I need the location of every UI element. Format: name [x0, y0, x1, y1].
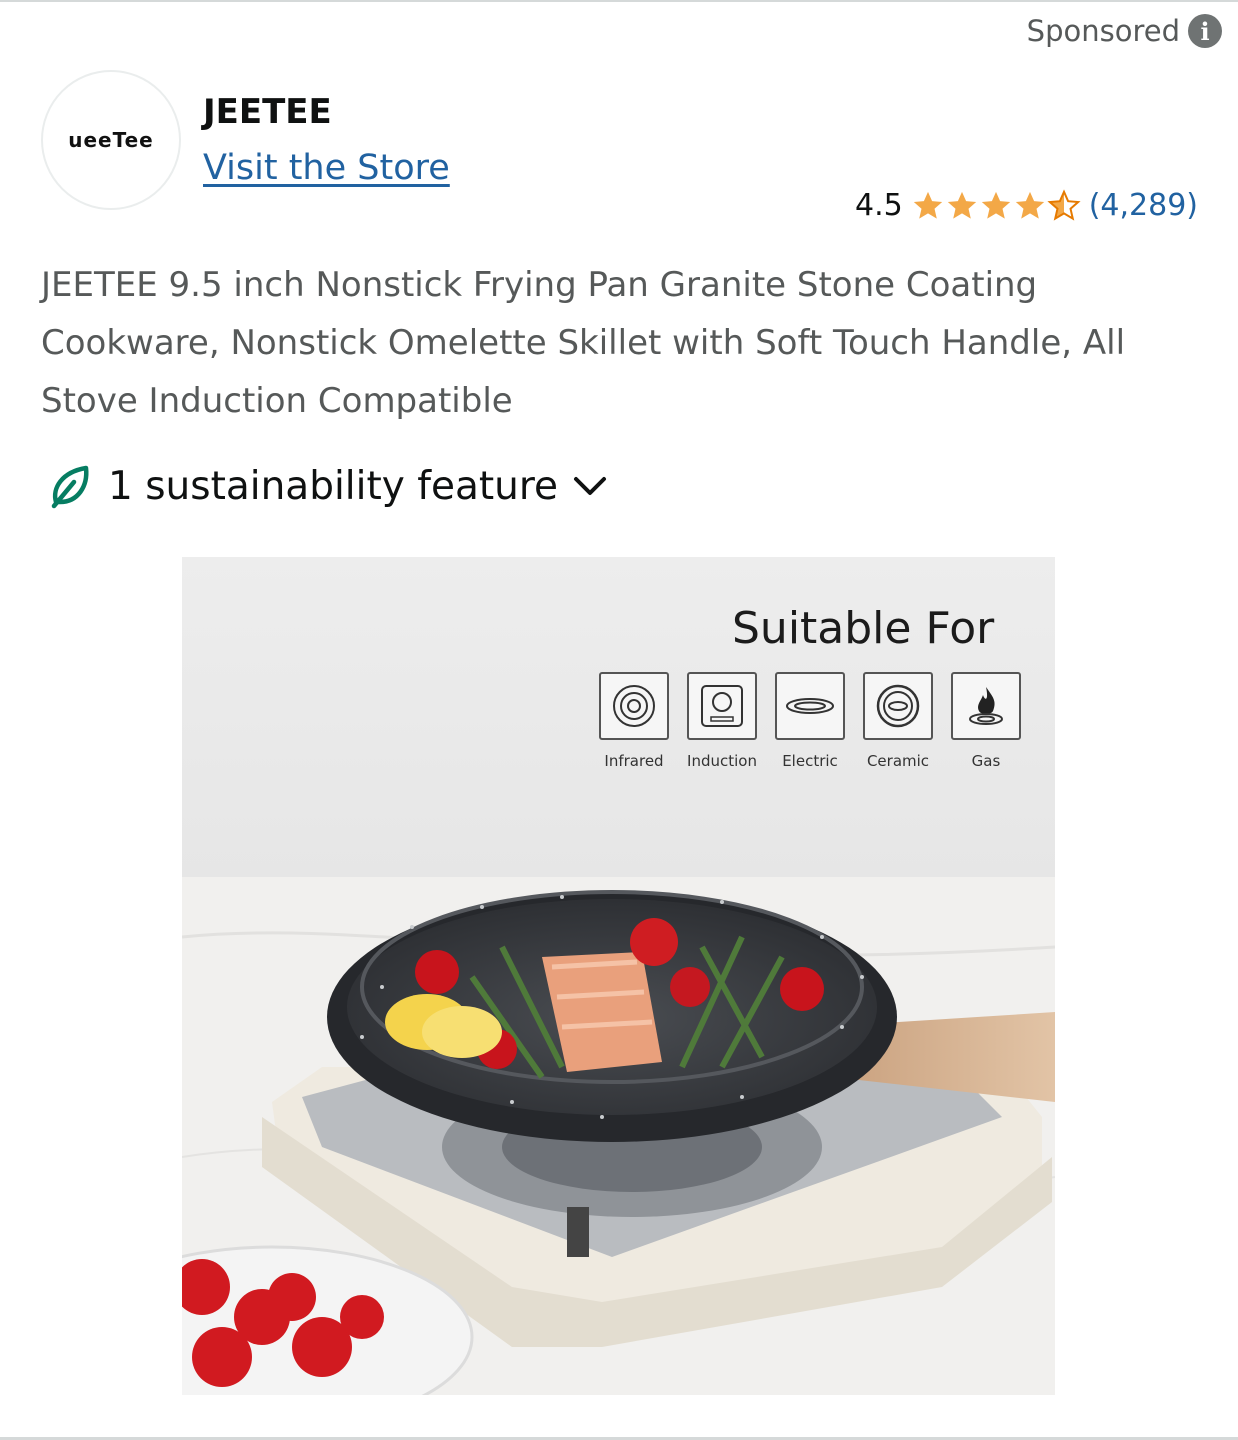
star-half-icon: [1047, 188, 1081, 221]
rating-value: 4.5: [854, 188, 903, 223]
sustainability-toggle[interactable]: 1 sustainability feature: [48, 462, 608, 510]
leaf-icon: [51, 465, 89, 509]
star-rating: [911, 188, 1081, 223]
stove-label: Induction: [687, 752, 757, 770]
sponsored-label[interactable]: Sponsored i: [1027, 14, 1222, 48]
star-full-icon: [1015, 191, 1044, 219]
brand-name: JEETEE: [203, 92, 332, 132]
stove-item: Infrared: [599, 672, 669, 770]
product-title[interactable]: JEETEE 9.5 inch Nonstick Frying Pan Gran…: [41, 256, 1201, 430]
stove-item: Electric: [775, 672, 845, 770]
rating[interactable]: 4.5 (4,289): [855, 188, 1198, 223]
suitable-for-heading: Suitable For: [732, 603, 995, 654]
stove-item: Ceramic: [863, 672, 933, 770]
top-divider: [0, 0, 1238, 2]
rating-count[interactable]: (4,289): [1089, 188, 1198, 223]
induction-icon: [687, 672, 757, 740]
chevron-down-icon: [574, 477, 607, 495]
stove-label: Gas: [971, 752, 1001, 770]
sponsored-text: Sponsored: [1026, 14, 1180, 48]
sustainability-label: 1 sustainability feature: [108, 463, 559, 509]
stove-label: Ceramic: [866, 752, 930, 770]
star-full-icon: [913, 191, 942, 219]
brand-logo[interactable]: ueeTee: [41, 70, 181, 210]
star-full-icon: [981, 191, 1010, 219]
gas-flame-icon: [951, 672, 1021, 740]
stove-item: Induction: [687, 672, 757, 770]
star-full-icon: [947, 191, 976, 219]
stove-compatibility-icons: Infrared Induction Electric Ceramic Gas: [599, 672, 1021, 770]
brand-logo-text: ueeTee: [68, 128, 154, 152]
visit-store-link[interactable]: Visit the Store: [203, 148, 450, 188]
ceramic-icon: [863, 672, 933, 740]
stove-label: Infrared: [604, 752, 664, 770]
electric-icon: [775, 672, 845, 740]
info-icon[interactable]: i: [1188, 14, 1222, 48]
infrared-icon: [599, 672, 669, 740]
stove-item: Gas: [951, 672, 1021, 770]
product-image[interactable]: Suitable For Infrared Induction Electric…: [182, 557, 1055, 1395]
stove-label: Electric: [782, 752, 838, 770]
